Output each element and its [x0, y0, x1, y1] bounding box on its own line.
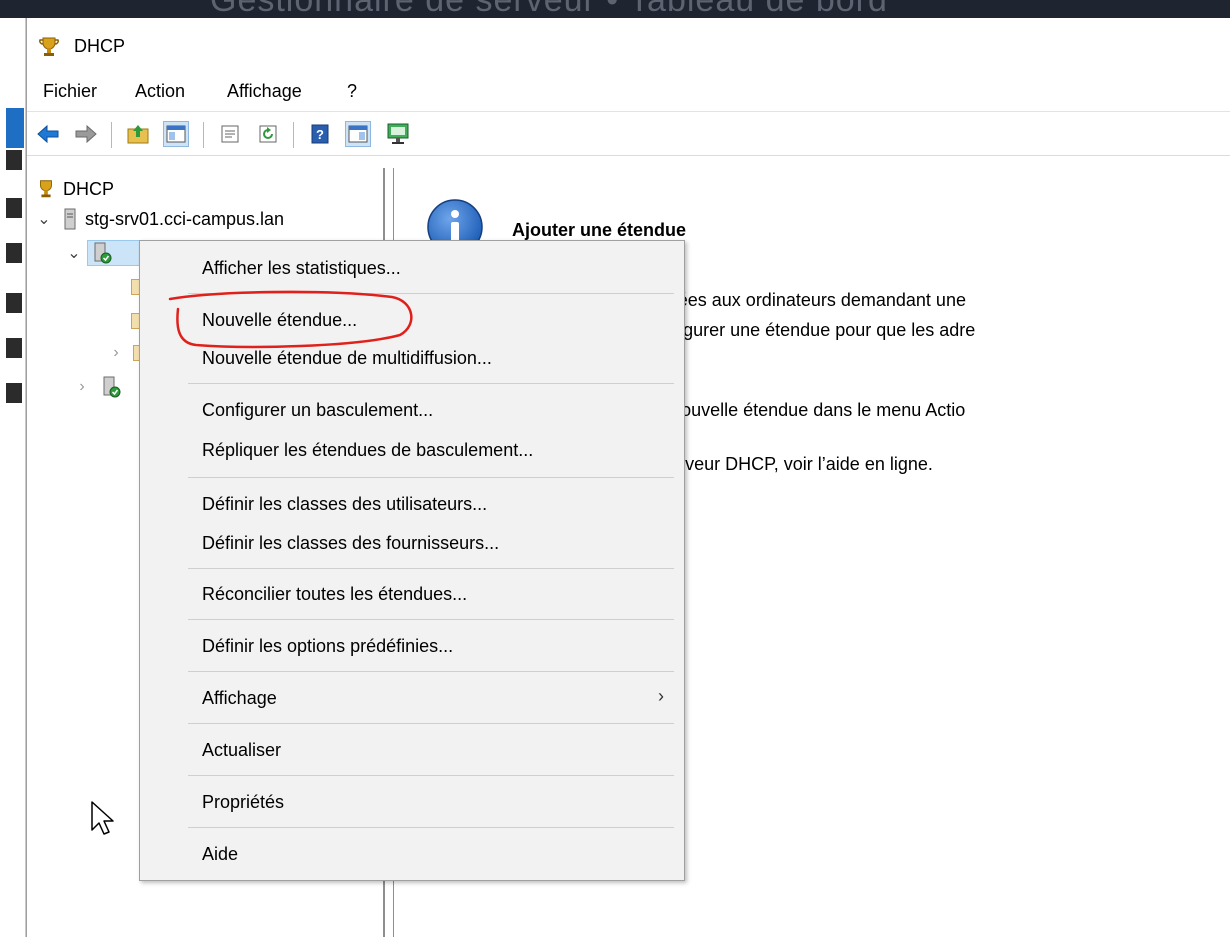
- menu-fichier[interactable]: Fichier: [39, 81, 101, 102]
- show-hide-tree-icon[interactable]: [163, 121, 189, 147]
- menu-separator: [188, 723, 674, 724]
- context-menu: Afficher les statistiques... Nouvelle ét…: [139, 240, 685, 881]
- menu-separator: [188, 293, 674, 294]
- menu-item-reconcilier-etendues[interactable]: Réconcilier toutes les étendues...: [202, 584, 467, 605]
- menu-item-nouvelle-etendue[interactable]: Nouvelle étendue...: [202, 310, 357, 331]
- background-roles-icon: [6, 243, 22, 263]
- menu-bar: Fichier Action Affichage ?: [27, 76, 1230, 112]
- menu-item-afficher-statistiques[interactable]: Afficher les statistiques...: [202, 258, 401, 279]
- menu-action[interactable]: Action: [131, 81, 189, 102]
- ipv6-server-ok-icon: [103, 376, 121, 398]
- menu-item-configurer-basculement[interactable]: Configurer un basculement...: [202, 400, 433, 421]
- menu-separator: [188, 619, 674, 620]
- background-title: Gestionnaire de serveur • Tableau de bor…: [210, 0, 888, 18]
- chevron-down-icon[interactable]: ⌄: [35, 209, 53, 229]
- chevron-down-icon[interactable]: ⌄: [65, 243, 83, 263]
- tree-label: stg-srv01.cci-campus.lan: [85, 208, 285, 229]
- background-server-manager-titlebar: Gestionnaire de serveur • Tableau de bor…: [0, 0, 1230, 18]
- menu-separator: [188, 671, 674, 672]
- dhcp-trophy-icon: [40, 180, 52, 198]
- up-folder-icon[interactable]: [125, 121, 151, 147]
- menu-item-aide[interactable]: Aide: [202, 844, 238, 865]
- menu-affichage[interactable]: Affichage: [223, 81, 306, 102]
- menu-item-affichage[interactable]: Affichage: [202, 688, 277, 709]
- menu-item-definir-options-predefinies[interactable]: Définir les options prédéfinies...: [202, 636, 453, 657]
- background-all-servers-icon: [6, 198, 22, 218]
- background-local-server-icon: [6, 150, 22, 170]
- menu-item-repliquer-etendues-basculement[interactable]: Répliquer les étendues de basculement...: [202, 440, 533, 461]
- tree-item-ipv6[interactable]: ›: [73, 374, 123, 400]
- menu-separator: [188, 827, 674, 828]
- refresh-icon[interactable]: [255, 121, 281, 147]
- menu-item-proprietes[interactable]: Propriétés: [202, 792, 284, 813]
- window-titlebar[interactable]: DHCP: [27, 18, 1230, 76]
- forward-arrow-icon[interactable]: [73, 121, 99, 147]
- mouse-cursor-icon: [91, 801, 114, 835]
- toolbar-separator: [293, 122, 294, 148]
- toolbar-separator: [203, 122, 204, 148]
- menu-separator: [188, 477, 674, 478]
- chevron-right-icon[interactable]: ›: [73, 378, 91, 396]
- toolbar: ?: [27, 112, 1230, 156]
- background-server-manager-sidebar: [0, 18, 26, 937]
- monitor-icon[interactable]: [385, 121, 411, 147]
- menu-item-actualiser[interactable]: Actualiser: [202, 740, 281, 761]
- background-files-icon: [6, 338, 22, 358]
- window-title: DHCP: [74, 36, 126, 56]
- server-icon: [64, 208, 76, 230]
- chevron-right-icon: ›: [658, 686, 664, 706]
- menu-item-nouvelle-etendue-multidiffusion[interactable]: Nouvelle étendue de multidiffusion...: [202, 348, 492, 369]
- menu-item-definir-classes-fournisseurs[interactable]: Définir les classes des fournisseurs...: [202, 533, 499, 554]
- menu-separator: [188, 775, 674, 776]
- chevron-right-icon[interactable]: ›: [107, 344, 125, 362]
- ipv4-server-ok-icon: [94, 242, 112, 264]
- tree-item-server[interactable]: ⌄ stg-srv01.cci-campus.lan: [35, 206, 284, 232]
- tree-item-dhcp-root[interactable]: DHCP: [35, 176, 114, 202]
- background-iis-icon: [6, 383, 22, 403]
- help-icon[interactable]: ?: [307, 121, 333, 147]
- background-dhcp-icon: [6, 293, 22, 313]
- menu-item-definir-classes-utilisateurs[interactable]: Définir les classes des utilisateurs...: [202, 494, 487, 515]
- dhcp-trophy-icon: [39, 37, 59, 56]
- screen: Gestionnaire de serveur • Tableau de bor…: [0, 0, 1230, 937]
- details-heading: Ajouter une étendue: [512, 220, 687, 240]
- tree-label: DHCP: [63, 178, 115, 199]
- properties-icon[interactable]: [217, 121, 243, 147]
- menu-help[interactable]: ?: [343, 81, 361, 102]
- toolbar-separator: [111, 122, 112, 148]
- svg-text:?: ?: [316, 127, 324, 142]
- background-dashboard-icon: [6, 108, 24, 148]
- menu-separator: [188, 568, 674, 569]
- show-action-pane-icon[interactable]: [345, 121, 371, 147]
- menu-separator: [188, 383, 674, 384]
- back-arrow-icon[interactable]: [35, 121, 61, 147]
